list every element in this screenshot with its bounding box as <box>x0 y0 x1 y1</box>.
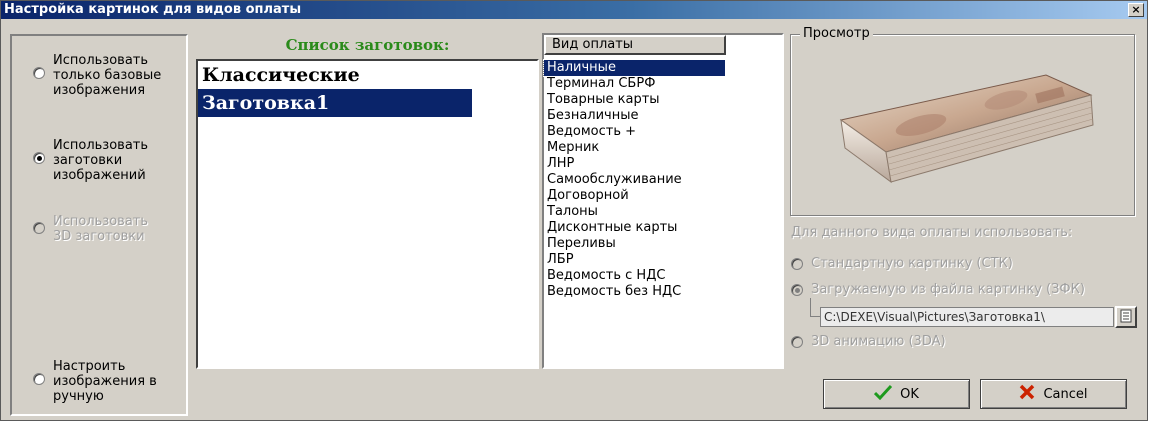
cancel-button[interactable]: Cancel <box>980 379 1127 409</box>
browse-icon <box>1119 309 1134 328</box>
option-3d-templates-label: Использовать 3D заготовки <box>53 214 149 244</box>
payment-item[interactable]: Ведомость + <box>544 124 782 140</box>
option-base-images-radio[interactable] <box>33 67 45 79</box>
usage-3d-radio[interactable] <box>791 336 803 348</box>
payment-item-cash[interactable]: Наличные <box>543 59 726 77</box>
payment-type-column-header[interactable]: Вид оплаты <box>544 35 726 55</box>
usage-file-radio[interactable] <box>791 284 803 296</box>
payment-item[interactable]: Терминал СБРФ <box>544 76 782 92</box>
payment-item[interactable]: ЛБР <box>544 252 782 268</box>
payment-item[interactable]: Мерник <box>544 140 782 156</box>
option-3d-templates-radio[interactable] <box>33 222 45 234</box>
payment-item[interactable]: ЛНР <box>544 156 782 172</box>
option-manual-images-radio[interactable] <box>33 373 45 385</box>
payment-item[interactable]: Безналичные <box>544 108 782 124</box>
window-title: Настройка картинок для видов оплаты <box>4 2 302 17</box>
checkmark-icon <box>874 384 893 404</box>
payment-item[interactable]: Талоны <box>544 204 782 220</box>
ok-label: OK <box>900 386 919 402</box>
usage-standard-radio[interactable] <box>791 258 803 270</box>
payment-item[interactable]: Дисконтные карты <box>544 220 782 236</box>
payment-types-list[interactable]: Вид оплаты Наличные Терминал СБРФ Товарн… <box>542 33 784 369</box>
preview-legend: Просмотр <box>800 26 873 41</box>
templates-list[interactable]: Классические Заготовка1 <box>196 59 539 369</box>
cross-icon <box>1019 384 1035 404</box>
payment-item[interactable]: Товарные карты <box>544 92 782 108</box>
usage-3d-label: 3D анимацию (3DA) <box>811 334 946 349</box>
payment-item[interactable]: Ведомость без НДС <box>544 284 782 300</box>
picture-path-field[interactable]: C:\DEXE\Visual\Pictures\Заготовка1\ <box>820 307 1114 327</box>
close-button[interactable]: × <box>1128 3 1144 17</box>
banknote-stack-image <box>831 70 1096 190</box>
option-manual-images-label: Настроить изображения в ручную <box>53 359 157 404</box>
payment-item[interactable]: Ведомость с НДС <box>544 268 782 284</box>
close-icon: × <box>1131 3 1141 16</box>
payment-item[interactable]: Самообслуживание <box>544 172 782 188</box>
usage-label: Для данного вида оплаты использовать: <box>791 225 1073 240</box>
payment-item[interactable]: Переливы <box>544 236 782 252</box>
option-base-images-label: Использовать только базовые изображения <box>53 53 162 98</box>
usage-file-label: Загружаемую из файла картинку (ЗФК) <box>811 282 1085 297</box>
payment-item[interactable]: Договорной <box>544 188 782 204</box>
browse-button[interactable] <box>1115 306 1137 328</box>
cancel-label: Cancel <box>1043 386 1088 402</box>
tree-connector <box>810 298 820 317</box>
templates-title: Список заготовок: <box>285 36 450 54</box>
option-template-images-label: Использовать заготовки изображений <box>53 138 149 183</box>
title-bar[interactable]: Настройка картинок для видов оплаты <box>1 1 1147 19</box>
template-item-selected[interactable]: Заготовка1 <box>198 89 472 117</box>
option-template-images-radio[interactable] <box>33 152 45 164</box>
ok-button[interactable]: OK <box>823 379 970 409</box>
template-item-classic[interactable]: Классические <box>198 61 537 89</box>
usage-standard-label: Стандартную картинку (СТК) <box>811 256 1013 271</box>
